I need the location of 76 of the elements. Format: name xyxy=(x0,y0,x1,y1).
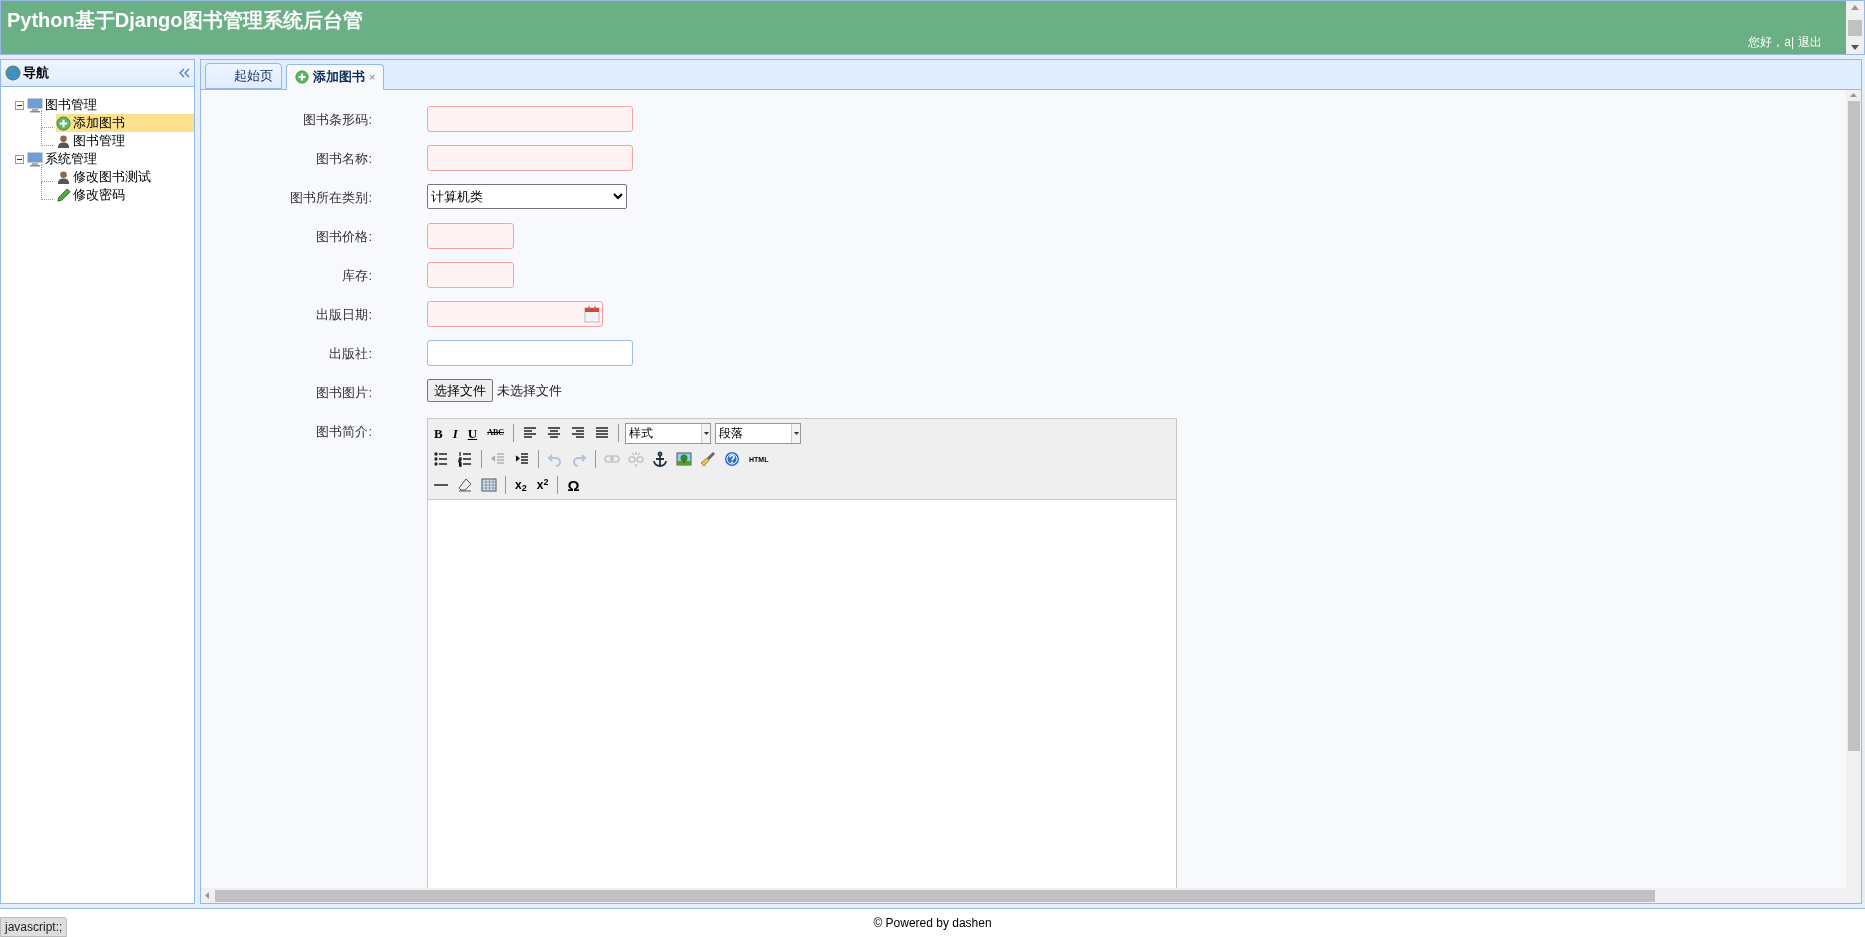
tab[interactable]: 起始页 xyxy=(205,63,282,89)
tree-item[interactable]: 系统管理 xyxy=(27,150,99,168)
text-field[interactable] xyxy=(427,106,633,132)
text-field[interactable] xyxy=(427,145,633,171)
person-icon xyxy=(56,133,71,149)
collapse-icon[interactable] xyxy=(179,68,190,78)
tree-item[interactable]: 修改密码 xyxy=(56,186,127,204)
anchor-icon[interactable] xyxy=(652,451,668,467)
field-label: 出版日期: xyxy=(315,306,372,324)
help-icon[interactable] xyxy=(724,451,740,467)
plus-circle-icon xyxy=(56,115,71,131)
field-label: 出版社: xyxy=(328,345,372,363)
chevron-down-icon xyxy=(613,193,623,200)
align-right-icon[interactable] xyxy=(570,425,586,441)
scroll-down-icon[interactable] xyxy=(1851,45,1859,50)
globe-icon xyxy=(5,65,21,81)
format-button[interactable]: B xyxy=(431,426,446,440)
close-tab-button[interactable]: × xyxy=(369,68,376,86)
bullet-list-icon[interactable] xyxy=(433,451,449,467)
format-button[interactable]: x$_{2}$ xyxy=(512,479,530,491)
caret-icon xyxy=(703,431,709,435)
numbered-list-icon[interactable] xyxy=(457,451,473,467)
field-label: 库存: xyxy=(341,267,372,285)
panel-title: 导航 xyxy=(23,64,49,83)
align-left-icon[interactable] xyxy=(522,425,538,441)
tree-item[interactable]: 添加图书 xyxy=(56,114,194,132)
text-field[interactable] xyxy=(427,262,514,288)
field-label: 图书名称: xyxy=(315,150,372,168)
eraser-icon[interactable] xyxy=(457,477,473,493)
date-field[interactable] xyxy=(427,301,603,327)
text-field[interactable] xyxy=(427,223,514,249)
align-justify-icon[interactable] xyxy=(594,425,610,441)
format-dropdown[interactable]: 段落 xyxy=(715,422,801,444)
scrollbar[interactable] xyxy=(1846,1,1864,54)
calendar-icon[interactable] xyxy=(584,305,600,323)
collapse-toggle-icon[interactable] xyxy=(15,100,24,110)
format-button[interactable]: ABC xyxy=(484,429,507,437)
align-center-icon[interactable] xyxy=(546,425,562,441)
format-dropdown[interactable]: 样式 xyxy=(625,422,711,444)
table-icon[interactable] xyxy=(481,477,497,493)
field-label: 图书简介: xyxy=(315,423,372,441)
plus-circle-icon xyxy=(295,70,309,84)
brush-icon[interactable] xyxy=(700,451,716,467)
pencil-icon xyxy=(56,187,71,203)
choose-file-button[interactable]: 选择文件 xyxy=(427,379,493,402)
field-label: 图书价格: xyxy=(315,228,372,246)
status-tooltip: javascript:; xyxy=(0,917,68,937)
format-button[interactable]: x$^{2}$ xyxy=(533,479,552,491)
monitor-icon xyxy=(27,151,43,167)
caret-icon xyxy=(793,431,799,435)
scroll-up-icon[interactable] xyxy=(1851,5,1859,10)
format-button[interactable]: Ω xyxy=(564,477,583,493)
field-label: 图书条形码: xyxy=(302,111,372,129)
monitor-icon xyxy=(27,97,43,113)
format-button[interactable]: U xyxy=(464,426,481,440)
tab[interactable]: 添加图书 × xyxy=(286,64,385,90)
vertical-scrollbar[interactable] xyxy=(1846,90,1861,903)
image-icon[interactable] xyxy=(676,451,692,467)
text-field[interactable] xyxy=(427,340,633,366)
scroll-up-icon[interactable] xyxy=(1850,93,1857,97)
field-label: 图书所在类别: xyxy=(289,189,372,207)
horizontal-scrollbar[interactable] xyxy=(201,888,1846,903)
field-label: 图书图片: xyxy=(315,384,372,402)
file-status: 未选择文件 xyxy=(497,381,562,400)
scroll-left-icon[interactable] xyxy=(205,892,209,899)
person-icon xyxy=(56,169,71,185)
indent-icon[interactable] xyxy=(514,451,530,467)
footer-text: © Powered by dashen xyxy=(873,915,992,932)
tree-item[interactable]: 修改图书测试 xyxy=(56,168,153,186)
category-dropdown[interactable]: 计算机类 xyxy=(427,184,627,209)
tree-item[interactable]: 图书管理 xyxy=(27,96,99,114)
format-button[interactable]: I xyxy=(449,426,461,440)
app-title: Python基于Django图书管理系统后台管 xyxy=(7,8,364,33)
collapse-toggle-icon[interactable] xyxy=(15,154,24,164)
tree-item[interactable]: 图书管理 xyxy=(56,132,127,150)
greeting: 您好，a| xyxy=(1748,34,1794,51)
